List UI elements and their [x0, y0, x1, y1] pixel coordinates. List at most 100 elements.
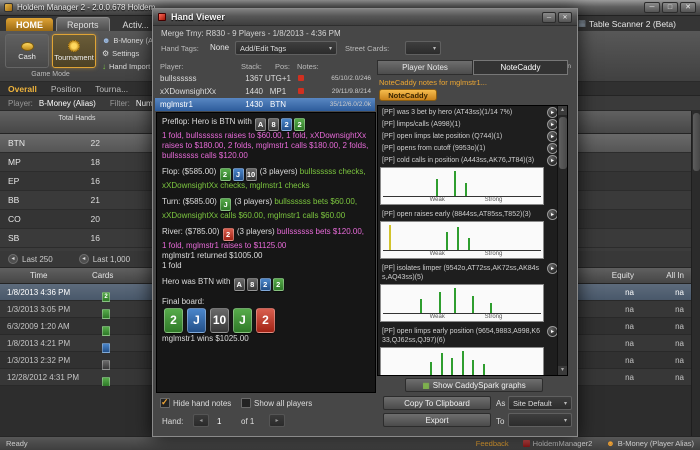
note-item[interactable]: [PF] cold calls in position (A443ss,AK76… [378, 154, 545, 166]
graph-bar [451, 358, 453, 376]
player-row[interactable]: bullssssss1367UTG+165/10/2.0/246 [155, 72, 375, 85]
hand-import-button[interactable]: ↓ Hand Import [102, 61, 150, 72]
preflop-action: 1 fold, bullssssss raises to $60.00, 1 f… [162, 131, 370, 161]
game-mode-label: Game Mode [5, 71, 96, 78]
note-item[interactable]: [PF] open limps late position (Q744)(1)▸ [378, 130, 545, 142]
scrollbar-thumb[interactable] [559, 117, 567, 169]
alias-status-button[interactable]: ☻ B-Money (Player Alias) [606, 439, 694, 448]
settings-button[interactable]: ⚙ Settings [102, 48, 139, 59]
card-mini [102, 360, 110, 370]
hm2-status-button[interactable]: HoldemManager2 [523, 439, 593, 448]
graph-bar [436, 179, 438, 196]
column-all-in[interactable]: All In [634, 271, 684, 280]
card-2-club: 2 [164, 308, 183, 333]
hand-label: Hand: [162, 417, 183, 426]
tournament-button[interactable]: Tournament [52, 34, 96, 68]
cash-button[interactable]: Cash [5, 34, 49, 68]
maximize-button[interactable]: □ [662, 2, 678, 13]
play-icon: ▸ [548, 132, 557, 142]
card-A-spade: A [234, 278, 245, 291]
subtab-overall[interactable]: Overall [8, 84, 37, 94]
col-stack: Stack: [241, 62, 262, 71]
subtab-tournament[interactable]: Tourna... [95, 84, 128, 94]
player-filter-label: Player: [8, 99, 33, 108]
hero-cards-repeat: A822 [233, 277, 285, 286]
graph-axis [383, 196, 541, 197]
hide-hand-notes-checkbox[interactable] [160, 398, 170, 408]
next-hand-button[interactable]: ▸ [269, 414, 285, 427]
person-icon: ☻ [102, 37, 110, 45]
tab-reports[interactable]: Reports [56, 17, 110, 31]
as-label: As [496, 399, 505, 408]
column-cards[interactable]: Cards [92, 271, 113, 280]
dialog-titlebar[interactable]: Hand Viewer ─ ✕ [153, 9, 577, 26]
player-row[interactable]: mglmstr11430BTN35/12/6.0/2.0k [155, 98, 375, 111]
filter-last-250[interactable]: ◂ Last 250 [8, 254, 53, 264]
note-item[interactable]: [PF] open limps early position (9654,988… [378, 325, 545, 346]
weak-label: Weak [430, 314, 445, 321]
dialog-close-button[interactable]: ✕ [558, 12, 572, 23]
notecaddy-header: NoteCaddy notes for mglmstr1... [379, 78, 487, 87]
hand-tags-label: Hand Tags: [161, 44, 199, 53]
player-row[interactable]: xXDownsightXx1440MP129/11/9.8/214 [155, 85, 375, 98]
caddyspark-graph: WeakStrong [380, 167, 544, 205]
note-item[interactable]: [PF] open raises early (8844ss,AT85ss,T8… [378, 208, 545, 220]
turn-players: (3 players) [234, 197, 272, 206]
street-cards-dropdown[interactable]: ▾ [405, 41, 441, 55]
player-note-icon [298, 75, 304, 81]
scroll-down-icon[interactable]: ▾ [558, 366, 567, 375]
turn-card: J [219, 197, 232, 206]
close-button[interactable]: ✕ [680, 2, 696, 13]
show-all-players-checkbox[interactable] [241, 398, 251, 408]
column-equity[interactable]: Equity [586, 271, 634, 280]
turn-label: Turn: ($585.00) [162, 197, 217, 206]
note-item[interactable]: [PF] isolates limper (9542o,AT72ss,AK72s… [378, 262, 545, 283]
tab-notecaddy[interactable]: NoteCaddy [473, 60, 568, 75]
hm2-icon [523, 440, 530, 447]
hand-history: Preflop: Hero is BTN with A822 1 fold, b… [156, 112, 376, 393]
note-item[interactable]: [PF] opens from cutoff (9953o)(1)▸ [378, 142, 545, 154]
chip-icon [68, 40, 80, 52]
dialog-minimize-button[interactable]: ─ [542, 12, 556, 23]
players-table: bullssssss1367UTG+165/10/2.0/246xXDownsi… [155, 72, 375, 111]
copy-format-dropdown[interactable]: Site Default ▾ [508, 396, 572, 410]
window-controls: ─ □ ✕ [644, 2, 696, 13]
hand-number: 1 [217, 417, 221, 426]
card-mini [102, 326, 110, 336]
scrollbar-thumb[interactable] [693, 113, 700, 171]
tab-player-notes[interactable]: Player Notes [377, 60, 473, 75]
main-scrollbar[interactable] [691, 111, 700, 436]
play-icon: ▸ [548, 264, 557, 274]
export-button[interactable]: Export [383, 413, 491, 427]
flop-cards: 2J10 [219, 167, 258, 176]
card-8-spade: 8 [247, 278, 258, 291]
prev-hand-button[interactable]: ◂ [193, 414, 209, 427]
graph-bar [430, 362, 432, 376]
coins-icon [21, 42, 34, 51]
notes-scrollbar[interactable]: ▴ ▾ [557, 106, 567, 375]
table-scanner-button[interactable]: ▦ Table Scanner 2 (Beta) [578, 17, 676, 30]
notecaddy-badge: NoteCaddy [379, 89, 437, 101]
minimize-button[interactable]: ─ [644, 2, 660, 13]
player-filter-value[interactable]: B-Money (Alias) [39, 99, 96, 108]
subtab-position[interactable]: Position [51, 84, 81, 94]
copy-to-clipboard-button[interactable]: Copy To Clipboard [383, 396, 491, 410]
filter-last-1000[interactable]: ◂ Last 1,000 [79, 254, 130, 264]
show-caddyspark-button[interactable]: ▦ Show CaddySpark graphs [405, 378, 543, 392]
column-time[interactable]: Time [30, 271, 47, 280]
graph-axis [383, 250, 541, 251]
feedback-link[interactable]: Feedback [476, 439, 509, 448]
note-item[interactable]: [PF] limps/calls (A998)(1)▸ [378, 118, 545, 130]
graph-bar [472, 296, 474, 313]
export-format-dropdown[interactable]: ▾ [508, 413, 572, 427]
hand-viewer-icon [158, 13, 166, 21]
hide-hand-notes-label: Hide hand notes [173, 399, 231, 408]
add-edit-tags-dropdown[interactable]: Add/Edit Tags ▾ [235, 41, 337, 55]
note-item[interactable]: [PF] was 3 bet by hero (AT43ss)(1/14 7%)… [378, 106, 545, 118]
scroll-up-icon[interactable]: ▴ [558, 106, 567, 115]
tab-home[interactable]: HOME [6, 18, 53, 31]
chevron-down-icon: ▾ [560, 400, 567, 407]
column-total-hands[interactable]: Total Hands [56, 115, 98, 123]
col-player: Player: [160, 62, 183, 71]
graph-bar [468, 238, 470, 250]
